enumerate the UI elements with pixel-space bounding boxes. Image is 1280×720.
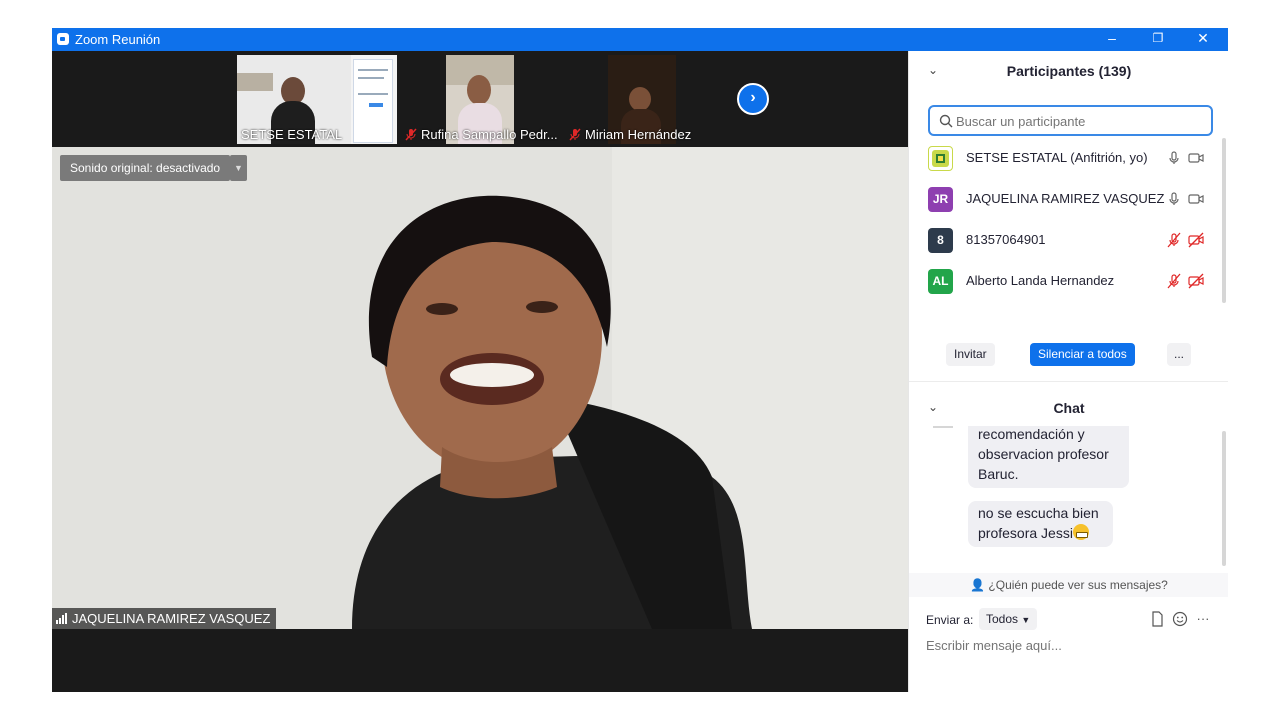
thumbnail-name: Miriam Hernández [585,127,692,142]
more-options-icon[interactable]: ··· [1195,611,1211,627]
side-panel: ⌄ Participantes (139) SETSE ESTATAL (Anf… [908,51,1228,692]
mic-muted-icon[interactable] [1166,232,1182,248]
camera-off-icon[interactable] [1188,273,1204,289]
thumbnail-strip: SETSE ESTATAL Rufina Sampallo Pedr... Mi… [52,51,908,147]
chat-title: Chat [1053,400,1085,416]
camera-off-icon[interactable] [1188,232,1204,248]
chat-scrollbar[interactable] [1222,431,1226,566]
participant-actions: Invitar Silenciar a todos ... [909,343,1228,369]
participants-header: ⌄ Participantes (139) [909,51,1228,91]
emoji-icon[interactable] [1172,611,1188,627]
invite-button[interactable]: Invitar [946,343,995,366]
video-thumbnail[interactable]: Rufina Sampallo Pedr... [401,55,561,144]
participant-name: SETSE ESTATAL (Anfitrión, yo) [966,150,1148,165]
thumbnail-name: Rufina Sampallo Pedr... [421,127,558,142]
signal-strength-icon [56,613,69,624]
section-divider [909,381,1228,382]
chat-message-input[interactable] [926,635,1216,655]
thumbnail-name: SETSE ESTATAL [241,127,343,142]
close-button[interactable]: ✕ [1180,28,1226,51]
camera-icon[interactable] [1188,150,1204,166]
video-thumbnail[interactable]: Miriam Hernández [565,55,725,144]
participant-row[interactable]: 8 81357064901 [909,220,1219,261]
mute-all-button[interactable]: Silenciar a todos [1030,343,1135,366]
zoom-window: Zoom Reunión – ❐ ✕ SETSE ESTATAL Rufina … [52,28,1228,692]
chevron-right-icon: › [750,89,756,106]
video-area: SETSE ESTATAL Rufina Sampallo Pedr... Mi… [52,51,908,692]
chevron-down-icon: ▼ [1021,615,1031,625]
participants-title: Participantes (139) [1006,63,1132,79]
avatar: AL [928,269,953,294]
grimacing-emoji-icon [1072,524,1089,540]
zoom-logo-icon [57,33,69,45]
more-button[interactable]: ... [1167,343,1191,366]
chat-message: no se escucha bien profesora Jessi [968,501,1113,547]
chat-messages: recomendación y observacion profesor Bar… [909,426,1228,571]
video-thumbnail[interactable]: SETSE ESTATAL [237,55,397,144]
participant-name: Alberto Landa Hernandez [966,273,1115,288]
participant-name: 81357064901 [966,232,1046,247]
mic-muted-icon [569,128,581,141]
chat-header: ⌄ Chat [909,388,1228,428]
participant-row[interactable]: JR JAQUELINA RAMIREZ VASQUEZ [909,179,1219,220]
camera-icon[interactable] [1188,191,1204,207]
avatar: 8 [928,228,953,253]
mic-icon[interactable] [1166,191,1182,207]
send-to-value: Todos [986,612,1019,626]
setse-logo-icon [932,150,949,167]
file-icon[interactable] [1149,611,1165,627]
mic-muted-icon [405,128,417,141]
who-can-see-link[interactable]: 👤 ¿Quién puede ver sus mensajes? [909,573,1228,597]
avatar: JR [928,187,953,212]
participant-name: JAQUELINA RAMIREZ VASQUEZ [966,191,1165,206]
chevron-down-icon[interactable]: ▼ [230,155,247,181]
participant-search[interactable] [928,105,1213,136]
speaker-photo [52,147,908,629]
title-bar: Zoom Reunión – ❐ ✕ [52,28,1228,51]
mic-muted-icon[interactable] [1166,273,1182,289]
speaker-name-label: JAQUELINA RAMIREZ VASQUEZ [52,608,277,629]
chat-message: recomendación y observacion profesor Bar… [968,426,1129,488]
avatar [928,146,953,171]
send-to-select[interactable]: Todos ▼ [979,608,1038,630]
mic-icon[interactable] [1166,150,1182,166]
participant-row[interactable]: SETSE ESTATAL (Anfitrión, yo) [909,138,1219,179]
send-to-label: Enviar a: [926,613,974,627]
next-page-button[interactable]: › [737,83,769,115]
search-icon [939,114,953,128]
avatar-stub [933,426,953,428]
window-title: Zoom Reunión [75,32,161,47]
restore-button[interactable]: ❐ [1135,28,1181,51]
participant-row[interactable]: AL Alberto Landa Hernandez [909,261,1219,302]
send-to-row: Enviar a: Todos ▼ ··· [909,607,1228,633]
speaker-name: JAQUELINA RAMIREZ VASQUEZ [72,611,271,626]
participant-search-input[interactable] [956,112,1206,130]
participant-scrollbar[interactable] [1222,138,1226,303]
speaker-video: Sonido original: desactivado ▼ JAQUELINA… [52,147,908,629]
minimize-button[interactable]: – [1089,28,1135,51]
participant-list: SETSE ESTATAL (Anfitrión, yo) JR JAQUELI… [909,138,1228,303]
original-sound-button[interactable]: Sonido original: desactivado [60,155,231,181]
who-can-see-text: ¿Quién puede ver sus mensajes? [988,578,1168,592]
person-icon: 👤 [970,578,986,592]
